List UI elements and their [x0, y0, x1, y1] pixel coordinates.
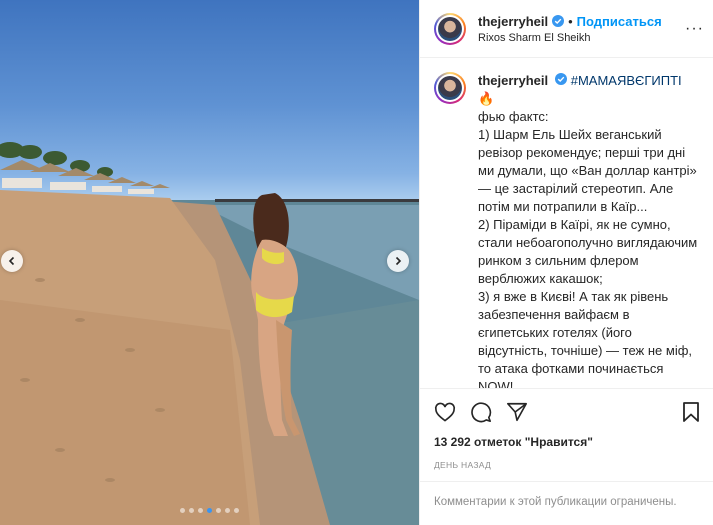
post-header: thejerryheil • Подписаться Rixos Sharm E…: [420, 0, 713, 58]
carousel-dot: [225, 508, 230, 513]
carousel-dot: [189, 508, 194, 513]
location-link[interactable]: Rixos Sharm El Sheikh: [478, 32, 662, 44]
bookmark-icon[interactable]: [682, 401, 700, 423]
post-actions: 13 292 отметок "Нравится" День назад: [420, 388, 713, 470]
more-icon[interactable]: ···: [685, 20, 704, 38]
verified-icon: [555, 73, 568, 85]
beach-scene-image: [0, 142, 419, 525]
heart-icon[interactable]: [434, 402, 456, 422]
likes-count[interactable]: 13 292 отметок "Нравится": [420, 435, 713, 449]
carousel-dot: [234, 508, 239, 513]
fire-emoji-icon: 🔥: [478, 91, 495, 106]
avatar[interactable]: [434, 12, 466, 45]
caption-area: thejerryheil #МАМАЯВЄГИПТІ 🔥 фью фактс: …: [420, 58, 713, 388]
prev-photo-button[interactable]: [1, 250, 23, 272]
post-photo[interactable]: [0, 0, 419, 525]
share-icon[interactable]: [506, 401, 528, 423]
caption-body: фью фактс: 1) Шарм Ель Шейх веганський р…: [478, 109, 698, 388]
author-username[interactable]: thejerryheil: [478, 14, 548, 29]
comments-limited-notice: Комментарии к этой публикации ограничены…: [420, 481, 713, 525]
follow-button[interactable]: Подписаться: [577, 14, 662, 29]
carousel-indicator: [0, 508, 419, 513]
comment-icon[interactable]: [470, 401, 492, 423]
carousel-dot: [198, 508, 203, 513]
caption-username[interactable]: thejerryheil: [478, 73, 548, 88]
separator-dot: •: [568, 13, 573, 29]
chevron-right-icon: [395, 256, 402, 266]
carousel-dot: [216, 508, 221, 513]
carousel-dot: [207, 508, 212, 513]
next-photo-button[interactable]: [387, 250, 409, 272]
chevron-left-icon: [8, 256, 15, 266]
post-timestamp[interactable]: День назад: [420, 460, 713, 470]
caption-hashtag[interactable]: #МАМАЯВЄГИПТІ: [571, 73, 682, 88]
caption-avatar[interactable]: [434, 72, 466, 104]
carousel-dot: [180, 508, 185, 513]
verified-icon: [552, 15, 565, 27]
post-side-panel: thejerryheil • Подписаться Rixos Sharm E…: [419, 0, 713, 525]
caption-text: thejerryheil #МАМАЯВЄГИПТІ 🔥 фью фактс: …: [478, 72, 700, 388]
